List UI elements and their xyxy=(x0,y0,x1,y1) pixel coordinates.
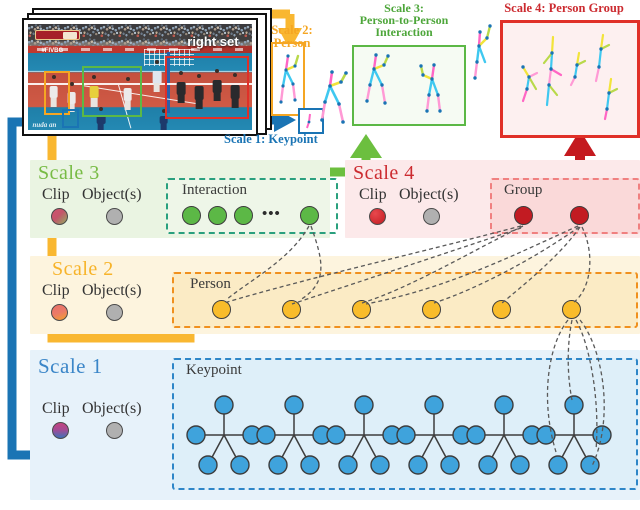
edge-person6-keypoint-a xyxy=(546,319,569,453)
edge-group1-person-1 xyxy=(223,225,522,304)
edge-person6-keypoint-d xyxy=(579,319,605,467)
edge-group1-person-3 xyxy=(361,225,524,304)
edge-group2-person-4 xyxy=(433,226,580,304)
edge-person6-keypoint-c xyxy=(575,319,598,451)
edge-group1-person-2 xyxy=(291,227,522,305)
aggregation-edges-layer xyxy=(223,225,605,467)
edge-interaction-person-1 xyxy=(225,225,310,301)
figure-root: right set nuda an #FIVBG Scale 2: Person… xyxy=(0,0,640,510)
edge-group2-person-5 xyxy=(501,226,581,304)
edge-interaction-person-2 xyxy=(299,225,322,301)
edge-group2-person-6 xyxy=(573,226,591,303)
edge-person6-keypoint-b xyxy=(567,319,573,401)
